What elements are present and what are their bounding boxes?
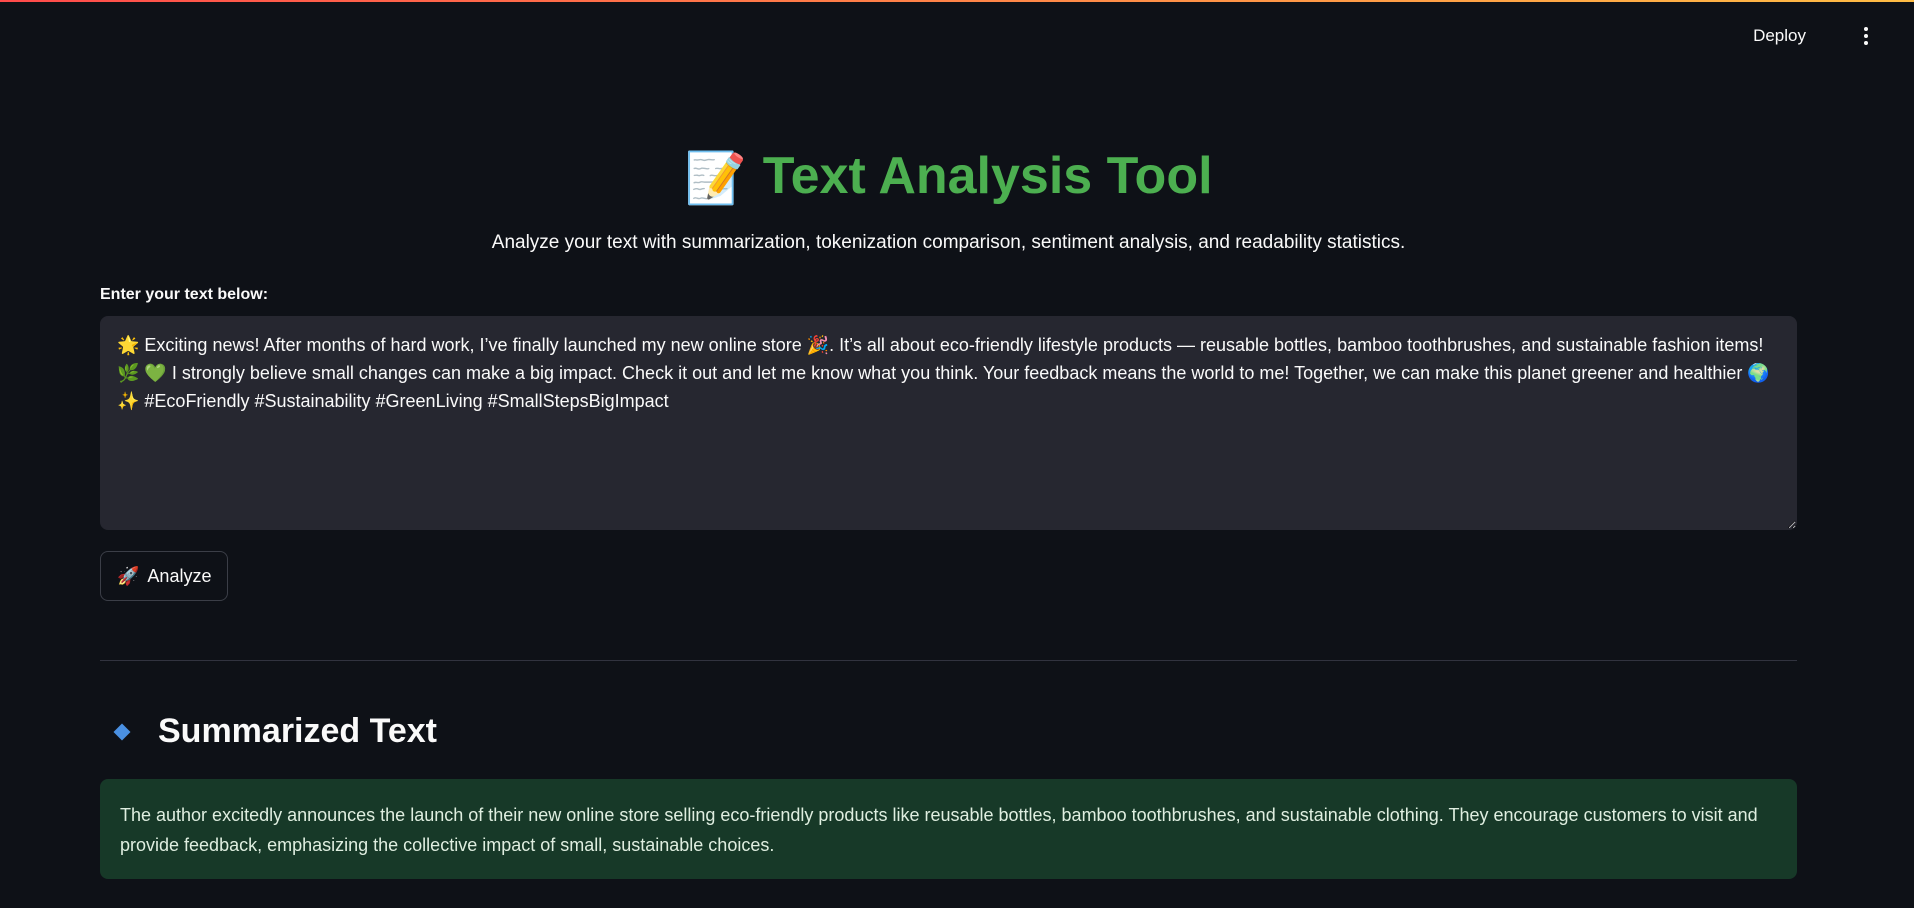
page-title: 📝 Text Analysis Tool (100, 136, 1797, 218)
memo-icon: 📝 (684, 150, 747, 206)
summary-success-box: The author excitedly announces the launc… (100, 779, 1797, 879)
text-input-area[interactable] (100, 316, 1797, 530)
more-options-icon[interactable] (1854, 22, 1878, 50)
summary-heading-text: Summarized Text (158, 712, 438, 750)
blue-diamond-icon (113, 723, 131, 740)
analyze-button-label: Analyze (147, 565, 212, 586)
deploy-button[interactable]: Deploy (1745, 22, 1814, 50)
page-title-text: Text Analysis Tool (762, 147, 1213, 205)
analyze-button[interactable]: 🚀 Analyze (100, 551, 229, 601)
page-subtitle: Analyze your text with summarization, to… (491, 232, 1406, 253)
app-header: Deploy (0, 0, 1914, 72)
rocket-icon: 🚀 (117, 565, 140, 586)
text-input-label: Enter your text below: (100, 286, 269, 303)
summary-heading: Summarized Text (113, 712, 438, 751)
section-divider (100, 660, 1797, 661)
